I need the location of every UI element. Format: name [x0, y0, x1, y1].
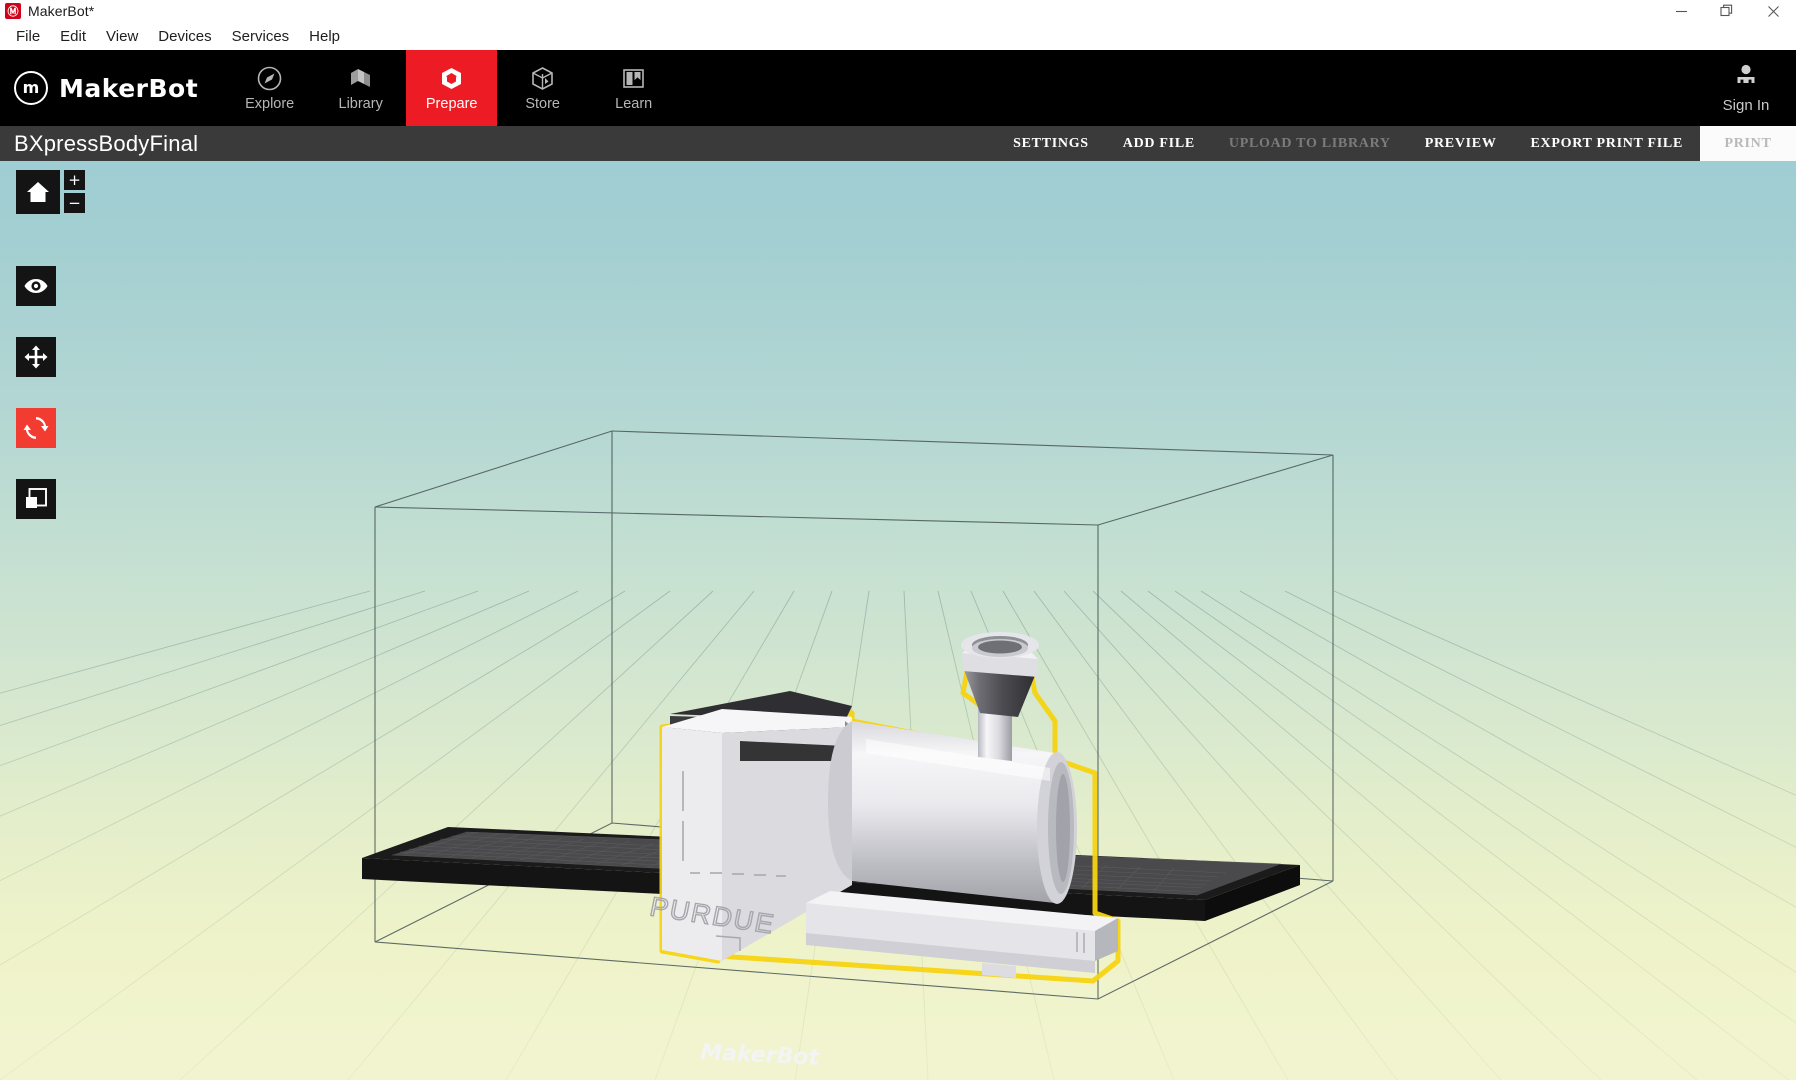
nav-tab-explore[interactable]: Explore: [224, 50, 315, 126]
window-title-bar: Ⓜ MakerBot*: [0, 0, 1796, 22]
restore-icon[interactable]: [1704, 0, 1750, 22]
eye-icon: [24, 279, 48, 293]
home-and-zoom-group: + −: [16, 170, 85, 214]
home-icon: [27, 182, 49, 202]
model-locomotive[interactable]: PURDUE: [647, 632, 1121, 984]
export-print-file-button[interactable]: EXPORT PRINT FILE: [1514, 126, 1700, 161]
menu-item-services[interactable]: Services: [222, 26, 300, 47]
zoom-out-button[interactable]: −: [64, 193, 85, 213]
viewport-tool-rail: + −: [16, 170, 85, 519]
rail-spacer: [16, 448, 85, 479]
user-avatar-icon: [1733, 63, 1759, 91]
zoom-in-button[interactable]: +: [64, 170, 85, 190]
nav-tab-store[interactable]: Store: [497, 50, 588, 126]
menu-item-file[interactable]: File: [6, 26, 50, 47]
sign-in-label: Sign In: [1722, 96, 1770, 114]
home-view-button[interactable]: [16, 170, 60, 214]
rail-spacer: [16, 306, 85, 337]
main-navigation-bar: m MakerBot Explore Library Prepare Store…: [0, 50, 1796, 126]
view-tool-button[interactable]: [16, 266, 56, 306]
zoom-controls: + −: [64, 170, 85, 213]
rotate-icon: [23, 417, 49, 439]
makerbot-circle-logo-icon: m: [14, 71, 48, 105]
move-arrows-icon: [24, 345, 48, 369]
rotate-tool-button[interactable]: [16, 408, 56, 448]
nav-tabs: Explore Library Prepare Store Learn: [224, 50, 679, 126]
project-title: BXpressBodyFinal: [14, 130, 199, 156]
nav-tab-label: Store: [525, 96, 560, 113]
brand-mark-glyph: m: [22, 78, 40, 97]
book-bookmark-icon: [620, 64, 647, 92]
rail-spacer: [16, 377, 85, 408]
build-plate-logo-text: MakerBot: [700, 1040, 821, 1071]
compass-icon: [256, 64, 283, 92]
scale-tool-button[interactable]: [16, 479, 56, 519]
scale-icon: [26, 488, 47, 508]
settings-button[interactable]: SETTINGS: [996, 126, 1106, 161]
project-toolbar: BXpressBodyFinal SETTINGS ADD FILE UPLOA…: [0, 126, 1796, 161]
nav-tab-label: Learn: [615, 96, 653, 113]
nav-tab-learn[interactable]: Learn: [588, 50, 679, 126]
minimize-icon[interactable]: [1658, 0, 1704, 22]
model-boiler: [828, 721, 1077, 904]
nav-tab-library[interactable]: Library: [315, 50, 406, 126]
project-actions: SETTINGS ADD FILE UPLOAD TO LIBRARY PREV…: [996, 126, 1796, 161]
upload-to-library-button: UPLOAD TO LIBRARY: [1228, 135, 1391, 151]
move-tool-button[interactable]: [16, 337, 56, 377]
add-file-button[interactable]: ADD FILE: [1106, 126, 1212, 161]
sign-in-button[interactable]: Sign In: [1704, 50, 1796, 126]
close-icon[interactable]: [1750, 0, 1796, 22]
prepare-cube-icon: [438, 64, 465, 92]
3d-viewport[interactable]: MakerBot PURDUE + −: [0, 161, 1796, 1080]
brand-name-label: MakerBot: [59, 73, 199, 103]
nav-tab-prepare[interactable]: Prepare: [406, 50, 498, 126]
menu-item-devices[interactable]: Devices: [148, 26, 221, 47]
rail-spacer: [16, 214, 85, 266]
menu-item-help[interactable]: Help: [299, 26, 350, 47]
nav-tab-label: Prepare: [425, 96, 478, 113]
window-controls: [1658, 0, 1796, 22]
print-button: PRINT: [1700, 126, 1796, 161]
nav-tab-label: Explore: [245, 96, 295, 113]
3d-scene: MakerBot PURDUE: [0, 430, 1796, 1080]
makerbot-brand: m MakerBot: [0, 50, 224, 126]
menu-item-view[interactable]: View: [96, 26, 148, 47]
menu-item-edit[interactable]: Edit: [50, 26, 96, 47]
app-icon-glyph: Ⓜ: [7, 4, 19, 18]
books-icon: [347, 64, 375, 92]
makerbot-logo-icon: Ⓜ: [5, 3, 21, 19]
menu-bar: File Edit View Devices Services Help: [0, 22, 1796, 50]
nav-tab-label: Library: [338, 96, 383, 113]
makerbot-print-window: Ⓜ MakerBot* File Edit View Devices Servi…: [0, 0, 1796, 1080]
window-title: MakerBot*: [28, 3, 95, 19]
box-cube-icon: [529, 64, 556, 92]
preview-button[interactable]: PREVIEW: [1408, 126, 1514, 161]
